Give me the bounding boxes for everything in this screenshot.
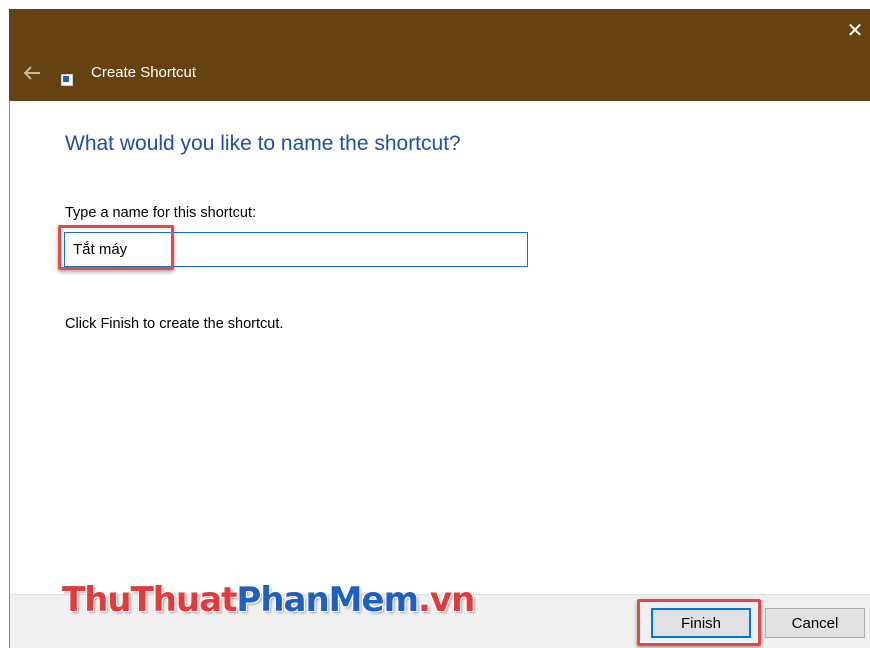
input-highlight-box <box>58 225 174 270</box>
back-arrow-icon[interactable] <box>20 61 44 85</box>
instruction-text: Click Finish to create the shortcut. <box>65 316 284 332</box>
watermark-part-3: .vn <box>418 580 475 620</box>
close-icon[interactable]: ✕ <box>844 19 866 41</box>
page-heading: What would you like to name the shortcut… <box>65 132 461 155</box>
window-title: Create Shortcut <box>91 64 197 81</box>
shortcut-icon <box>61 74 73 86</box>
name-field-label: Type a name for this shortcut: <box>65 205 257 221</box>
finish-button[interactable]: Finish <box>651 608 751 638</box>
watermark-logo: ThuThuatPhanMem.vn <box>62 580 475 620</box>
create-shortcut-window: ✕ Create Shortcut What would you like to… <box>0 0 870 648</box>
watermark-part-1: ThuThuat <box>62 580 237 620</box>
window-border <box>9 100 10 648</box>
cancel-button[interactable]: Cancel <box>765 608 865 638</box>
title-bar: ✕ Create Shortcut <box>9 9 870 101</box>
watermark-part-2: PhanMem <box>236 580 419 620</box>
